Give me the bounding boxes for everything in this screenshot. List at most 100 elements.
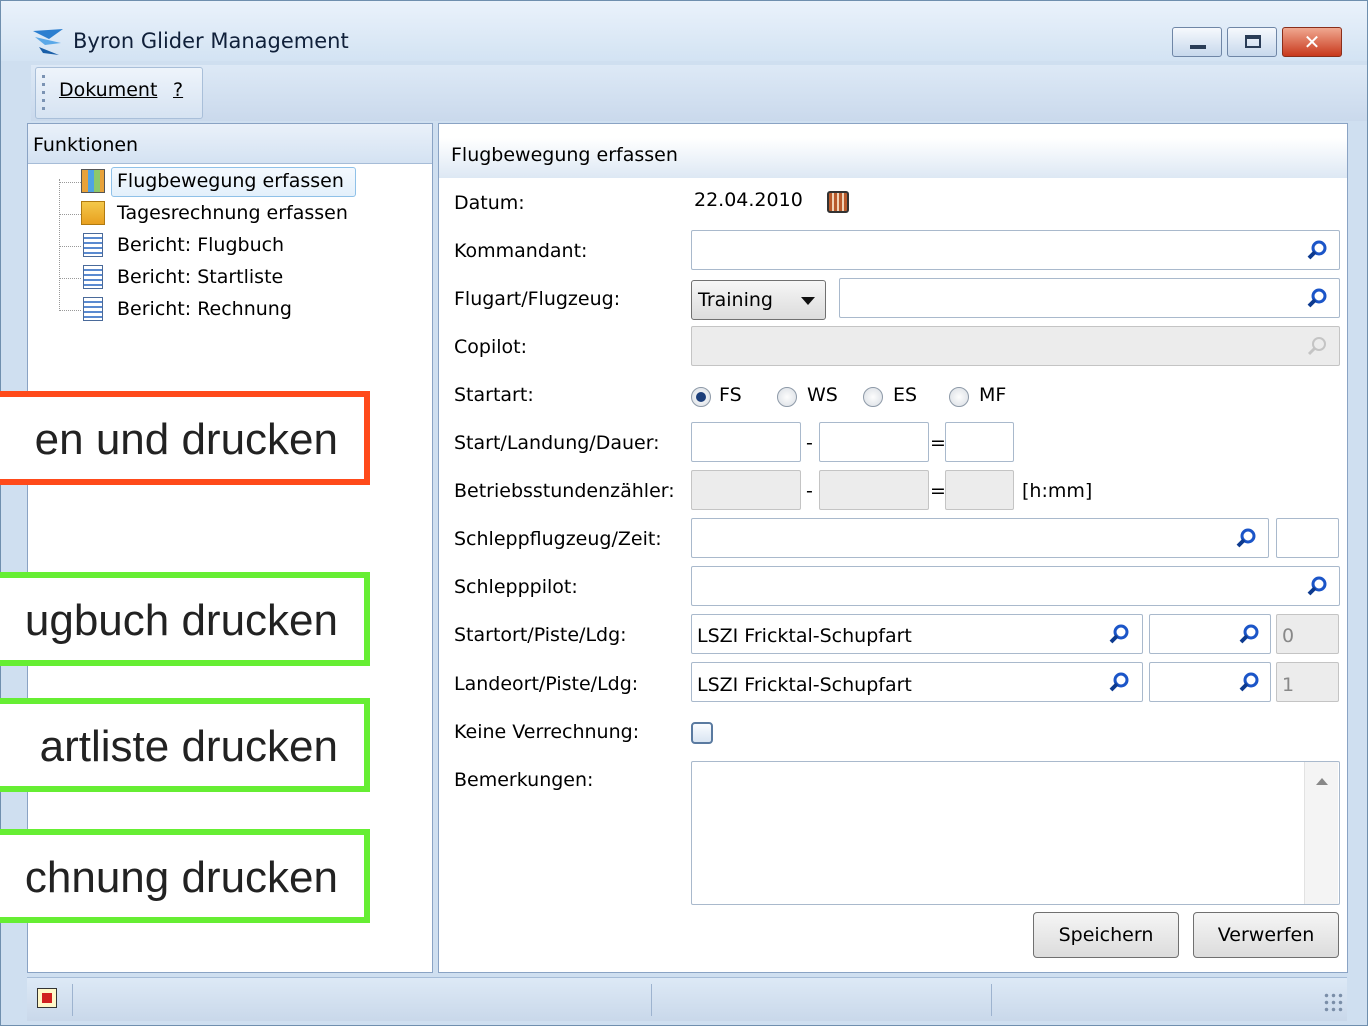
kommandant-input[interactable] [691,230,1340,270]
tree-item-bericht-rechnung[interactable]: Bericht: Rechnung [117,298,292,320]
dash-separator: - [806,480,813,502]
search-icon [1307,337,1326,356]
folder-grid-icon [81,201,105,225]
save-button[interactable]: Speichern [1033,912,1179,958]
flugart-label: Flugart/Flugzeug: [454,288,621,310]
grip-dot [42,75,45,78]
landeort-piste-input[interactable] [1149,662,1271,702]
close-icon: ✕ [1303,30,1321,54]
callout-rechnung: chnung drucken [0,829,370,923]
startart-radio-mf[interactable] [949,387,969,407]
scroll-up-icon[interactable] [1316,778,1328,785]
datum-value: 22.04.2010 [694,189,803,211]
status-divider [72,984,73,1016]
report-icon [83,297,103,321]
startart-radio-ws[interactable] [777,387,797,407]
datum-field[interactable]: 22.04.2010 [691,182,859,222]
startort-value: LSZI Fricktal-Schupfart [697,625,912,647]
report-icon [83,233,103,257]
startart-option-label: WS [807,384,838,406]
discard-button[interactable]: Verwerfen [1193,912,1339,958]
minimize-button[interactable] [1172,27,1222,57]
glider-app-icon [33,29,63,55]
start-time-input[interactable] [691,422,801,462]
search-icon[interactable] [1306,287,1328,309]
resize-grip-icon[interactable] [1323,992,1343,1012]
close-button[interactable]: ✕ [1282,27,1342,57]
status-divider [651,984,652,1016]
landeort-label: Landeort/Piste/Ldg: [454,673,639,695]
callout-erfassen-text: en und drucken [34,415,338,464]
startort-input[interactable]: LSZI Fricktal-Schupfart [691,614,1143,654]
schlepppilot-input[interactable] [691,566,1340,606]
callout-flugbuch-text: ugbuch drucken [24,596,338,645]
startort-ldg-input[interactable]: 0 [1276,614,1339,654]
callout-erfassen: en und drucken [0,391,370,485]
landeort-ldg-input[interactable]: 1 [1276,662,1339,702]
bemerkungen-textarea[interactable] [691,761,1340,905]
flugart-select[interactable]: Training [691,280,826,320]
startort-label: Startort/Piste/Ldg: [454,624,627,646]
status-divider [991,984,992,1016]
unit-label: [h:mm] [1022,480,1093,502]
schleppflugzeug-label: Schleppflugzeug/Zeit: [454,528,662,550]
menu-help[interactable]: ? [173,79,183,101]
search-icon[interactable] [1306,239,1328,261]
schlepppilot-label: Schlepppilot: [454,576,578,598]
landeort-value: LSZI Fricktal-Schupfart [697,674,912,696]
schlepp-time-input[interactable] [1276,518,1339,558]
tree-item-bericht-startliste[interactable]: Bericht: Startliste [117,266,283,288]
tree-item-tagesrechnung[interactable]: Tagesrechnung erfassen [117,202,348,224]
functions-header-label: Funktionen [33,134,139,156]
tree-line [59,310,81,311]
equals-separator: = [930,432,946,454]
search-icon[interactable] [1235,527,1257,549]
search-icon[interactable] [1108,623,1130,645]
kommandant-label: Kommandant: [454,240,588,262]
startart-radio-fs[interactable] [691,387,711,407]
maximize-button[interactable] [1227,27,1277,57]
copilot-input[interactable] [691,326,1340,366]
search-icon[interactable] [1108,671,1130,693]
status-doc-icon-mark [42,993,52,1003]
scrollbar[interactable] [1304,762,1338,904]
callout-startliste: artliste drucken [0,698,370,792]
window-title: Byron Glider Management [73,29,349,53]
calendar-icon[interactable] [827,191,849,213]
tree-line [59,179,60,311]
search-icon[interactable] [1306,575,1328,597]
flugart-value: Training [698,289,773,311]
tree-item-bericht-flugbuch[interactable]: Bericht: Flugbuch [117,234,284,256]
equals-separator: = [930,480,946,502]
copilot-label: Copilot: [454,336,527,358]
title-bar[interactable]: Byron Glider Management ✕ [1,1,1367,61]
tree-line [59,182,81,183]
search-icon[interactable] [1238,671,1260,693]
tree-item-flugbewegung[interactable]: Flugbewegung erfassen [117,170,344,192]
datum-label: Datum: [454,192,525,214]
startart-label: Startart: [454,384,534,406]
status-doc-icon [37,988,57,1008]
landeort-input[interactable]: LSZI Fricktal-Schupfart [691,662,1143,702]
dash-separator: - [806,432,813,454]
startort-ldg-value: 0 [1282,625,1295,647]
duration-input[interactable] [945,422,1014,462]
startart-option-label: ES [893,384,918,406]
startart-radio-es[interactable] [863,387,883,407]
schleppflugzeug-input[interactable] [691,518,1269,558]
minimize-icon [1190,45,1206,49]
hours-start-input[interactable] [691,470,801,510]
menu-dokument[interactable]: Dokument [59,79,157,101]
startort-piste-input[interactable] [1149,614,1271,654]
flugzeug-input[interactable] [839,278,1340,318]
hours-end-input[interactable] [819,470,929,510]
grid-icon [81,169,105,193]
search-icon[interactable] [1238,623,1260,645]
hours-total-input[interactable] [945,470,1014,510]
landing-time-input[interactable] [819,422,929,462]
startart-option-label: MF [979,384,1007,406]
landeort-ldg-value: 1 [1282,674,1295,696]
grip-dot [42,99,45,102]
keine-verrechnung-checkbox[interactable] [691,722,713,744]
form-title: Flugbewegung erfassen [451,144,678,166]
